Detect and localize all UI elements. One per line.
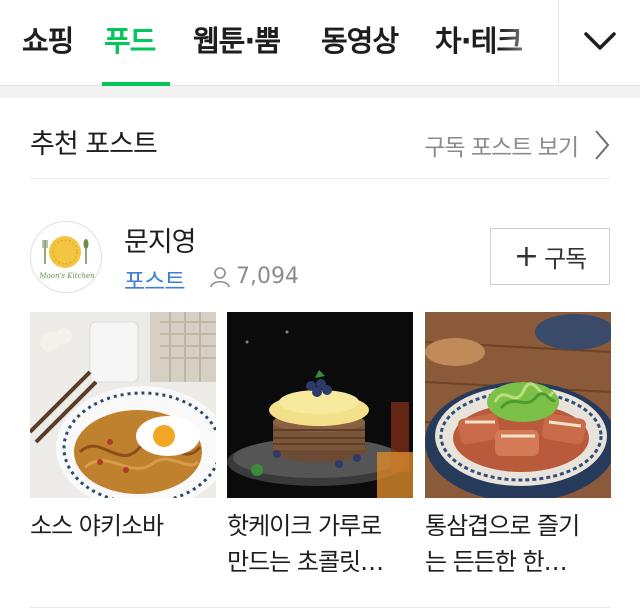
- tab-shopping[interactable]: 쇼핑: [22, 18, 74, 60]
- post-title-line: 핫케이크 가루로: [227, 512, 382, 540]
- subscribe-button[interactable]: + 구독: [490, 228, 610, 285]
- pancake-image: [227, 312, 413, 498]
- author-name[interactable]: 문지영: [124, 220, 197, 259]
- post-thumbnail[interactable]: [30, 312, 216, 498]
- subscriber-count: 7,094: [210, 264, 299, 289]
- section-title: 추천 포스트: [30, 129, 158, 160]
- section-gap: [0, 86, 640, 98]
- author-avatar[interactable]: Moon's Kitchen: [30, 221, 102, 293]
- subscriber-count-value: 7,094: [236, 264, 299, 289]
- post-title[interactable]: 핫케이크 가루로 만드는 초콜릿…: [227, 508, 413, 580]
- post-title-line: 통삼겹으로 즐기: [425, 512, 580, 540]
- kitchen-logo-icon: Moon's Kitchen: [38, 236, 95, 280]
- post-title-line: 만드는 초콜릿…: [227, 548, 384, 576]
- post-thumbnail[interactable]: [425, 312, 611, 498]
- post-title-line: 는 든든한 한…: [425, 548, 568, 576]
- person-icon: [210, 266, 230, 287]
- subscribe-label: 구독: [543, 245, 587, 273]
- yakisoba-image: [30, 312, 216, 498]
- category-tab-bar: 쇼핑 푸드 웹툰·뿜 동영상 차·테크: [0, 0, 640, 86]
- tab-fade-overlay: [500, 0, 560, 85]
- post-title[interactable]: 소스 야키소바: [30, 508, 216, 544]
- author-post-label[interactable]: 포스트: [124, 262, 185, 296]
- more-tabs-button[interactable]: [558, 0, 640, 85]
- tab-webtoon[interactable]: 웹툰·뿜: [193, 18, 281, 60]
- post-thumbnail[interactable]: [227, 312, 413, 498]
- tab-food[interactable]: 푸드: [104, 18, 156, 60]
- recommended-posts-card: 추천 포스트 구독 포스트 보기 Moon's Kitchen 문지영 포스트 …: [0, 98, 640, 616]
- subscribed-posts-link[interactable]: 구독 포스트 보기: [424, 128, 610, 162]
- svg-text:Moon's Kitchen: Moon's Kitchen: [38, 272, 95, 280]
- chevron-down-icon: [584, 32, 616, 50]
- section-divider: [30, 178, 610, 179]
- chevron-right-icon: [595, 130, 610, 160]
- pork-bowl-image: [425, 312, 611, 498]
- card-bottom-divider: [30, 607, 610, 608]
- post-title-line: 소스 야키소바: [30, 512, 164, 540]
- plus-icon: +: [513, 239, 539, 274]
- subscribed-posts-label: 구독 포스트 보기: [424, 135, 579, 161]
- post-title[interactable]: 통삼겹으로 즐기 는 든든한 한…: [425, 508, 611, 580]
- tab-video[interactable]: 동영상: [321, 18, 399, 60]
